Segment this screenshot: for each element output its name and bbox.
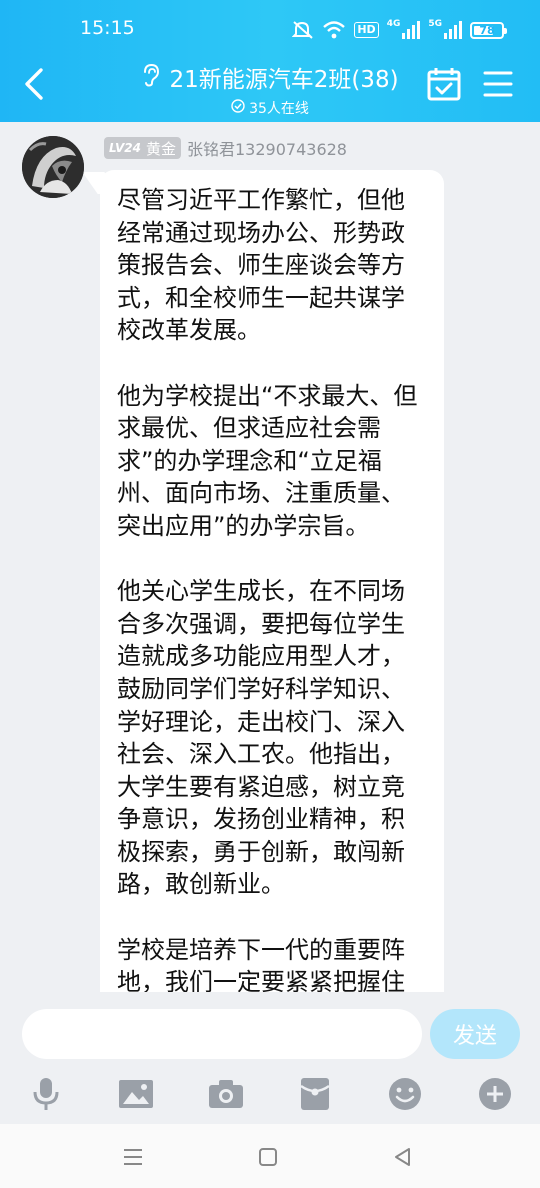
message-paragraph: 他为学校提出“不求最大、但求最优、但求适应社会需求”的办学理念和“立足福州、面向… <box>117 381 418 540</box>
input-area: 发送 <box>0 992 540 1122</box>
nav-back-icon <box>395 1148 410 1166</box>
calendar-check-icon <box>427 68 461 101</box>
sender-row: LV24 黄金 张铭君13290743628 <box>104 136 347 160</box>
red-packet-icon <box>300 1078 330 1110</box>
send-button[interactable]: 发送 <box>430 1009 520 1059</box>
input-toolbar <box>0 1072 540 1116</box>
nav-back-button[interactable] <box>388 1142 418 1172</box>
emoji-button[interactable] <box>383 1072 427 1116</box>
more-button[interactable] <box>473 1072 517 1116</box>
level-badge: LV24 黄金 <box>104 137 181 159</box>
mute-icon <box>292 20 314 40</box>
menu-icon <box>483 71 513 97</box>
wifi-icon <box>322 20 346 40</box>
status-time: 15:15 <box>80 17 135 39</box>
plus-icon <box>479 1078 511 1110</box>
nav-menu-button[interactable] <box>118 1142 148 1172</box>
online-count: 35人在线 <box>249 101 309 117</box>
image-button[interactable] <box>114 1072 158 1116</box>
chat-area[interactable]: LV24 黄金 张铭君13290743628 尽管习近平工作繁忙，但他经常通过现… <box>0 122 540 992</box>
signal-5g-icon: 5G <box>428 19 462 39</box>
microphone-icon <box>33 1078 59 1110</box>
nav-home-icon <box>259 1148 277 1166</box>
avatar[interactable] <box>22 136 84 198</box>
online-check-icon <box>231 99 245 117</box>
chat-title: 21新能源汽车2班(38) <box>169 67 399 93</box>
chevron-left-icon <box>25 68 43 100</box>
battery-level: 78 <box>479 23 495 37</box>
nav-menu-icon <box>124 1149 142 1165</box>
battery-icon: 78 <box>470 21 507 39</box>
message-paragraph: 学校是培养下一代的重要阵地，我们一定要紧紧把握住现代大学生的特点，以四项基本原则… <box>117 935 405 992</box>
red-packet-button[interactable] <box>293 1072 337 1116</box>
level-label: LV24 <box>109 141 141 155</box>
calendar-check-button[interactable] <box>426 66 462 102</box>
header: 15:15 HD 4G 5G 78 21新能源汽车2班(38) 35人在线 <box>0 0 540 122</box>
voice-button[interactable] <box>24 1072 68 1116</box>
hd-icon: HD <box>354 22 379 38</box>
ear-icon <box>141 63 161 91</box>
message-input[interactable] <box>22 1009 422 1059</box>
message-bubble[interactable]: 尽管习近平工作繁忙，但他经常通过现场办公、形势政策报告会、师生座谈会等方式，和全… <box>100 170 444 992</box>
signal-4g-icon: 4G <box>387 19 421 39</box>
image-icon <box>119 1080 153 1108</box>
rank-label: 黄金 <box>145 139 176 158</box>
message-paragraph: 尽管习近平工作繁忙，但他经常通过现场办公、形势政策报告会、师生座谈会等方式，和全… <box>117 186 405 345</box>
chat-title-area[interactable]: 21新能源汽车2班(38) 35人在线 <box>88 60 452 118</box>
back-button[interactable] <box>16 64 52 104</box>
status-icons: HD 4G 5G 78 <box>292 18 507 42</box>
system-nav-bar <box>0 1124 540 1188</box>
sender-name[interactable]: 张铭君13290743628 <box>187 136 347 160</box>
camera-button[interactable] <box>204 1072 248 1116</box>
emoji-icon <box>389 1078 421 1110</box>
camera-icon <box>209 1080 243 1108</box>
nav-home-button[interactable] <box>253 1142 283 1172</box>
menu-button[interactable] <box>482 68 514 100</box>
message-paragraph: 他关心学生成长，在不同场合多次强调，要把每位学生造就成多功能应用型人才，鼓励同学… <box>117 577 405 899</box>
